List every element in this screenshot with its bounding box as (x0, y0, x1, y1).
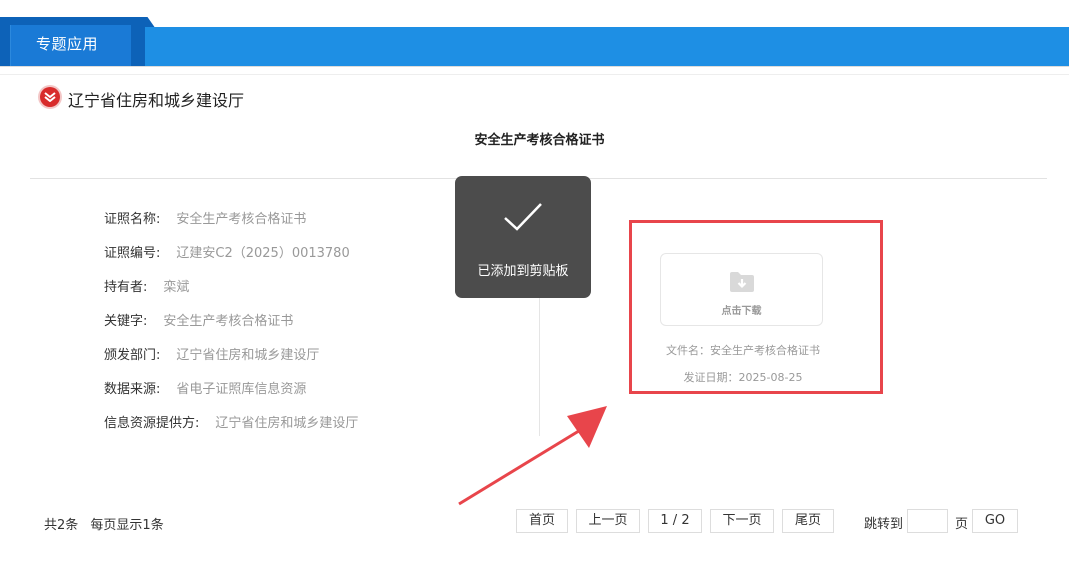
info-row: 数据来源: 省电子证照库信息资源 (104, 378, 306, 397)
info-label: 持有者: (104, 280, 148, 295)
info-value: 省电子证照库信息资源 (176, 382, 307, 397)
info-value: 栾斌 (163, 280, 190, 295)
per-page-info: 每页显示1条 (90, 518, 164, 533)
department-title: 辽宁省住房和城乡建设厅 (68, 91, 245, 110)
info-label: 证照编号: (104, 246, 161, 261)
info-label: 关键字: (104, 314, 148, 329)
info-label: 信息资源提供方: (104, 416, 200, 431)
prev-page-button[interactable]: 上一页 (576, 509, 640, 533)
first-page-button[interactable]: 首页 (516, 509, 568, 533)
next-page-button[interactable]: 下一页 (710, 509, 774, 533)
toast-message: 已添加到剪贴板 (477, 264, 569, 279)
info-row: 关键字: 安全生产考核合格证书 (104, 310, 293, 329)
certificate-title: 安全生产考核合格证书 (474, 133, 605, 148)
info-value: 辽建安C2（2025）0013780 (176, 246, 350, 261)
info-label: 证照名称: (104, 212, 161, 227)
checkmark-icon (504, 203, 542, 231)
header-bar (0, 27, 1069, 66)
page-indicator: 1 / 2 (648, 509, 702, 533)
info-value: 安全生产考核合格证书 (163, 314, 294, 329)
info-row: 持有者: 栾斌 (104, 276, 189, 295)
info-row: 颁发部门: 辽宁省住房和城乡建设厅 (104, 344, 319, 363)
info-value: 辽宁省住房和城乡建设厅 (215, 416, 359, 431)
highlight-box (629, 220, 883, 394)
go-button[interactable]: GO (972, 509, 1018, 533)
info-row: 证照名称: 安全生产考核合格证书 (104, 208, 306, 227)
total-count: 共2条 (44, 518, 79, 533)
info-row: 信息资源提供方: 辽宁省住房和城乡建设厅 (104, 412, 358, 431)
annotation-arrow-icon (458, 406, 607, 506)
last-page-button[interactable]: 尾页 (782, 509, 834, 533)
top-strip (0, 0, 1069, 27)
pagination-summary: 共2条 每页显示1条 (44, 514, 164, 533)
jump-to-label: 跳转到 (864, 517, 904, 532)
jump-page-input[interactable] (907, 509, 948, 533)
page: 专题应用 辽宁省住房和城乡建设厅 安全生产考核合格证书 证照名称: 安全生产考核合… (0, 0, 1069, 587)
info-label: 数据来源: (104, 382, 161, 397)
info-value: 辽宁省住房和城乡建设厅 (176, 348, 320, 363)
chevron-down-circle-icon[interactable] (40, 87, 60, 107)
info-row: 证照编号: 辽建安C2（2025）0013780 (104, 242, 350, 261)
info-value: 安全生产考核合格证书 (176, 212, 307, 227)
clipboard-toast: 已添加到剪贴板 (455, 176, 591, 298)
header-divider (0, 66, 1069, 67)
info-label: 颁发部门: (104, 348, 161, 363)
page-suffix-label: 页 (955, 517, 969, 532)
header-divider-2 (0, 74, 1069, 75)
tab-label[interactable]: 专题应用 (36, 33, 98, 54)
